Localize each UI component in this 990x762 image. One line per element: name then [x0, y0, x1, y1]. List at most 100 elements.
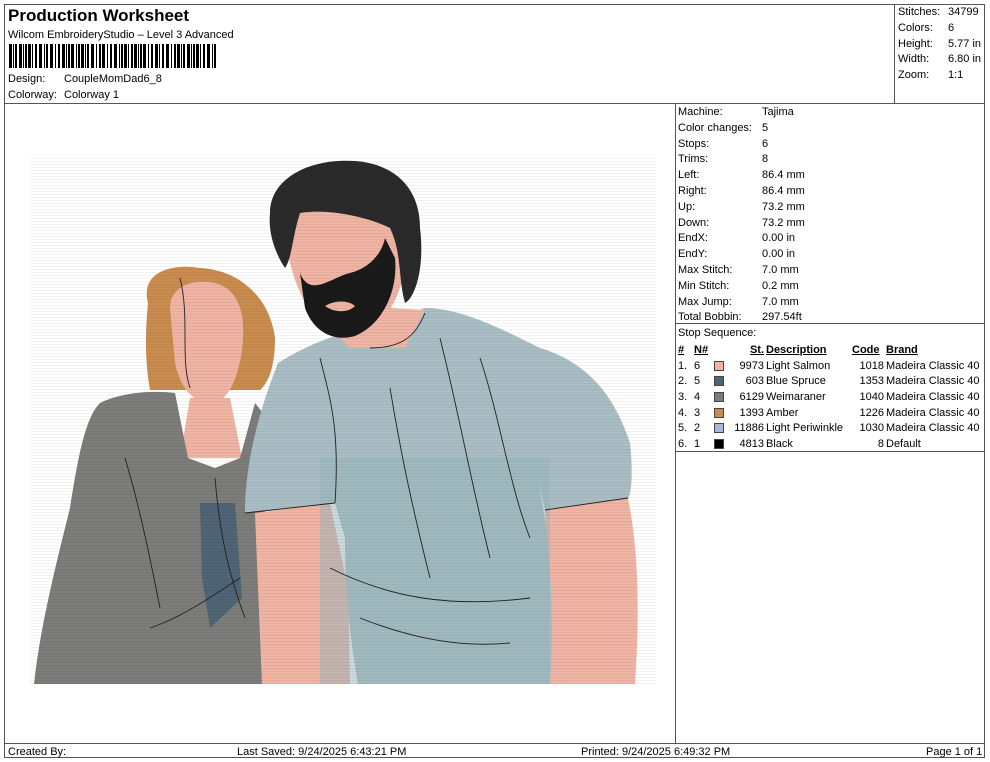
- barcode-bar: [171, 44, 172, 68]
- seq-number: 2.: [678, 375, 688, 388]
- table-row: 4. 3 1393 Amber 1226 Madeira Classic 40: [677, 405, 981, 421]
- barcode-bar: [138, 44, 139, 68]
- seq-needle: 3: [694, 406, 701, 419]
- barcode: [9, 44, 216, 68]
- barcode-bar: [91, 44, 94, 68]
- barcode-bar: [28, 44, 31, 68]
- info-trims: Trims: 8: [678, 153, 805, 169]
- stats-panel: Stitches: 34799 Colors: 6 Height: 5.77 in W…: [898, 6, 981, 85]
- barcode-bar: [35, 44, 37, 68]
- footer-created-by: Created By:: [8, 746, 67, 758]
- barcode-bar: [203, 44, 205, 68]
- barcode-bar: [183, 44, 185, 68]
- barcode-bar: [76, 44, 77, 68]
- info-value: 5: [762, 121, 769, 134]
- info-max-stitch: Max Stitch: 7.0 mm: [678, 264, 805, 280]
- info-value: 6: [762, 137, 769, 150]
- color-swatch: [714, 392, 724, 402]
- seq-brand: Madeira Classic 40: [886, 390, 980, 403]
- table-row: 5. 2 11886 Light Periwinkle 1030 Madeira Clas…: [677, 420, 981, 436]
- barcode-bar: [87, 44, 89, 68]
- seq-needle: 1: [694, 437, 701, 450]
- info-label: Right:: [678, 184, 707, 197]
- seq-number: 3.: [678, 390, 688, 403]
- info-value: Tajima: [762, 106, 794, 118]
- info-label: EndY:: [678, 248, 708, 261]
- stat-width: Width: 6.80 in: [898, 53, 981, 69]
- info-stops: Stops: 6: [678, 138, 805, 154]
- barcode-bar: [99, 44, 101, 68]
- info-label: Total Bobbin:: [678, 311, 742, 324]
- seq-code: 1226: [859, 406, 884, 419]
- table-row: 2. 5 603 Blue Spruce 1353 Madeira Classic 40: [677, 373, 981, 389]
- barcode-bar: [181, 44, 182, 68]
- colorway-row: Colorway: Colorway 1: [8, 89, 119, 101]
- barcode-bar: [155, 44, 158, 68]
- barcode-bar: [121, 44, 123, 68]
- seq-needle: 5: [694, 375, 701, 388]
- barcode-bar: [102, 44, 105, 68]
- stat-value: 5.77 in: [948, 37, 982, 50]
- seq-stitches: 1393: [739, 406, 764, 419]
- barcode-bar: [177, 44, 180, 68]
- seq-swatch: [713, 420, 727, 436]
- seq-brand: Madeira Classic 40: [886, 359, 980, 372]
- barcode-bar: [207, 44, 210, 68]
- page-title: Production Worksheet: [8, 6, 190, 25]
- footer-printed: Printed: 9/24/2025 6:49:32 PM: [581, 746, 731, 758]
- barcode-bar: [166, 44, 169, 68]
- stat-label: Colors:: [898, 21, 933, 34]
- info-label: Down:: [678, 216, 710, 229]
- info-up: Up: 73.2 mm: [678, 201, 805, 217]
- barcode-bar: [124, 44, 127, 68]
- barcode-bar: [68, 44, 70, 68]
- barcode-bar: [110, 44, 112, 68]
- barcode-bar: [151, 44, 153, 68]
- info-value: 0.00 in: [762, 232, 796, 245]
- col-code: Code: [852, 343, 880, 356]
- barcode-bar: [200, 44, 201, 68]
- color-swatch: [714, 407, 724, 418]
- stat-value: 34799: [948, 6, 979, 18]
- seq-stitches: 9973: [739, 359, 764, 372]
- barcode-bar: [85, 44, 86, 68]
- barcode-bar: [196, 44, 199, 68]
- info-value: 0.2 mm: [762, 279, 799, 292]
- seq-swatch: [713, 405, 727, 421]
- info-max-jump: Max Jump: 7.0 mm: [678, 296, 805, 312]
- barcode-bar: [46, 44, 48, 68]
- seq-code: 8: [877, 437, 884, 450]
- design-value: CoupleMomDad6_8: [64, 73, 162, 85]
- info-label: EndX:: [678, 232, 708, 245]
- seq-brand: Madeira Classic 40: [886, 406, 980, 419]
- info-right: Right: 86.4 mm: [678, 185, 805, 201]
- barcode-bar: [159, 44, 160, 68]
- colorway-value: Colorway 1: [64, 89, 120, 101]
- stat-colors: Colors: 6: [898, 22, 981, 38]
- colorway-label: Colorway:: [8, 89, 57, 101]
- seq-needle: 6: [694, 359, 701, 372]
- barcode-bar: [107, 44, 108, 68]
- info-left: Left: 86.4 mm: [678, 169, 805, 185]
- info-value: 8: [762, 153, 769, 166]
- barcode-bar: [66, 44, 67, 68]
- barcode-bar: [96, 44, 97, 68]
- stat-label: Zoom:: [898, 69, 930, 82]
- info-endx: EndX: 0.00 in: [678, 232, 805, 248]
- footer-last-saved: Last Saved: 9/24/2025 6:43:21 PM: [237, 746, 407, 758]
- header-divider: [4, 103, 985, 104]
- barcode-bar: [13, 44, 14, 68]
- info-label: Trims:: [678, 153, 709, 166]
- seq-needle: 4: [694, 390, 701, 403]
- seq-number: 6.: [678, 437, 688, 450]
- stop-sequence-title: Stop Sequence:: [678, 327, 757, 339]
- barcode-bar: [39, 44, 42, 68]
- barcode-bar: [58, 44, 60, 68]
- barcode-bar: [214, 44, 216, 68]
- seq-number: 5.: [678, 422, 688, 435]
- seq-code: 1018: [859, 359, 884, 372]
- seq-number: 1.: [678, 359, 688, 372]
- seq-stitches: 603: [745, 375, 764, 388]
- info-color-changes: Color changes: 5: [678, 122, 805, 138]
- barcode-bar: [119, 44, 120, 68]
